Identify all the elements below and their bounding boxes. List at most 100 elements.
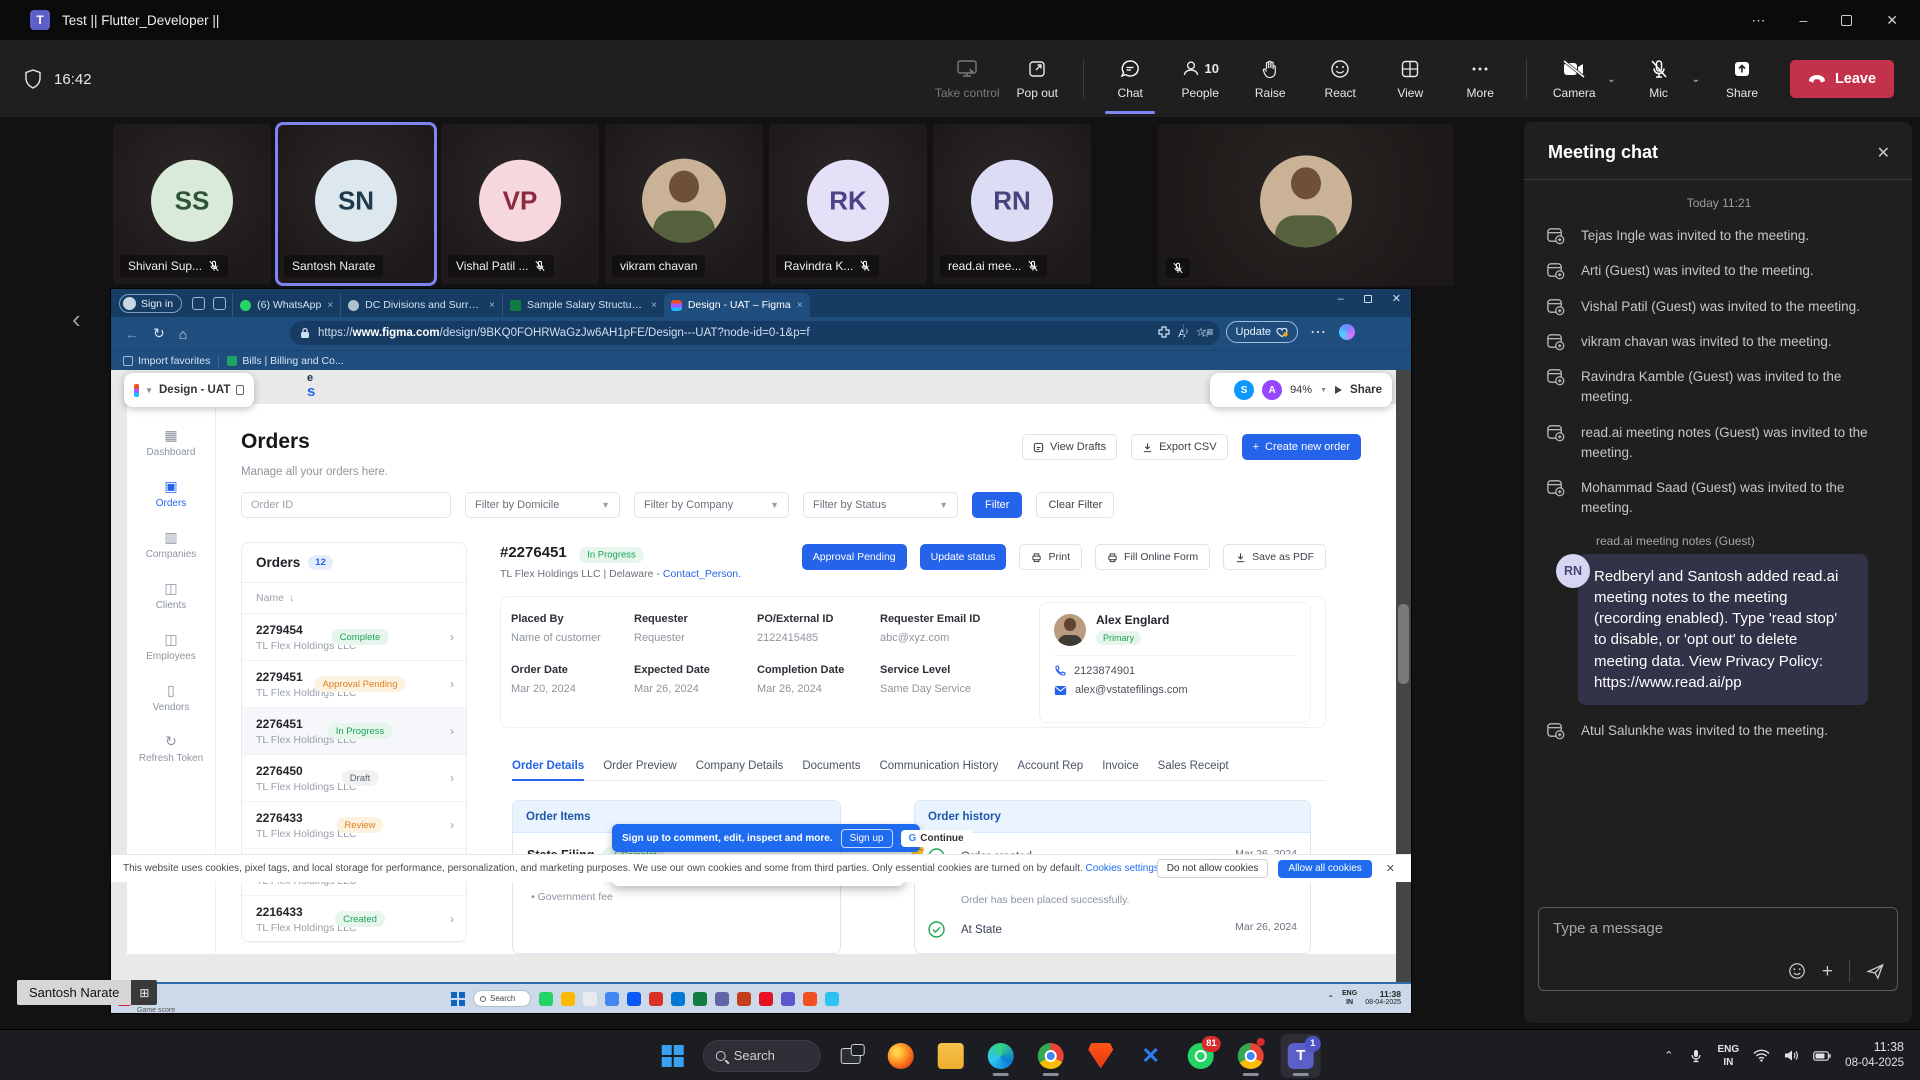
shared-taskbar-app-icon[interactable]	[627, 992, 641, 1006]
mic-control[interactable]: Mic ⌄	[1626, 44, 1704, 114]
browser-profile-button[interactable]: Sign in	[119, 294, 182, 313]
more-button[interactable]: More	[1448, 44, 1512, 114]
browser-more-icon[interactable]: ⋯	[1310, 322, 1327, 342]
back-icon[interactable]: ←	[125, 326, 139, 342]
detail-tab[interactable]: Sales Receipt	[1158, 760, 1229, 772]
shared-taskbar-app-icon[interactable]	[671, 992, 685, 1006]
chat-button[interactable]: Chat	[1098, 44, 1162, 114]
browser-tab[interactable]: (6) WhatsApp ×	[232, 293, 340, 317]
canvas-scrollbar[interactable]	[1396, 370, 1411, 982]
shared-taskbar-app-icon[interactable]	[649, 992, 663, 1006]
react-button[interactable]: React	[1308, 44, 1372, 114]
shared-taskbar-app-icon[interactable]	[693, 992, 707, 1006]
attach-plus-icon[interactable]: +	[1822, 962, 1833, 981]
task-view-button[interactable]	[831, 1034, 871, 1078]
refresh-icon[interactable]: ↻	[153, 325, 165, 342]
detail-tab[interactable]: Account Rep	[1017, 760, 1083, 772]
extensions-icon[interactable]	[1157, 325, 1171, 339]
wifi-icon[interactable]	[1753, 1049, 1770, 1062]
order-row[interactable]: 2276451 TL Flex Holdings LLC In Progress…	[242, 708, 466, 755]
import-favorites-button[interactable]: Import favorites	[123, 355, 210, 367]
detail-tab[interactable]: Documents	[802, 760, 860, 772]
shared-taskbar-app-icon[interactable]	[561, 992, 575, 1006]
participant-tile[interactable]: SN Santosh Narate	[277, 124, 435, 284]
browser-restore-icon[interactable]	[1364, 295, 1372, 303]
order-row[interactable]: 2276450 TL Flex Holdings LLC Draft ›	[242, 755, 466, 802]
share-button[interactable]: Share	[1710, 44, 1774, 114]
sort-arrow-icon[interactable]: ↓	[289, 592, 294, 604]
camera-control[interactable]: Camera ⌄	[1541, 44, 1619, 114]
order-row[interactable]: 2276433 TL Flex Holdings LLC Review ›	[242, 802, 466, 849]
volume-icon[interactable]	[1784, 1049, 1799, 1062]
start-button[interactable]	[653, 1034, 693, 1078]
favorites-bar-icon[interactable]: ☆≡	[1196, 325, 1214, 339]
participant-tile[interactable]: VP Vishal Patil ...	[441, 124, 599, 284]
sidebar-item[interactable]: Refresh Token	[127, 734, 215, 764]
row-chevron-icon[interactable]: ›	[450, 818, 454, 832]
browser-tab[interactable]: DC Divisions and Surroundings ×	[340, 293, 502, 317]
contact-phone-row[interactable]: 2123874901	[1054, 665, 1296, 677]
file-explorer-button[interactable]	[931, 1034, 971, 1078]
detail-tab[interactable]: Invoice	[1102, 760, 1138, 772]
shared-tray-chevron-icon[interactable]: ⌃	[1327, 994, 1334, 1003]
chevron-down-icon[interactable]: ▼	[1320, 387, 1327, 394]
bookmark-bills[interactable]: Bills | Billing and Co...	[227, 355, 343, 367]
browser-tab[interactable]: Sample Salary Structure with calc ×	[502, 293, 664, 317]
print-button[interactable]: Print	[1019, 544, 1082, 570]
detail-tab[interactable]: Order Preview	[603, 760, 677, 772]
chat-message-input[interactable]: Type a message +	[1538, 907, 1898, 991]
sidebar-item[interactable]: Clients	[127, 581, 215, 611]
figma-canvas[interactable]: Dashboard Orders Companies Clients	[111, 370, 1411, 982]
fill-online-form-button[interactable]: Fill Online Form	[1095, 544, 1210, 570]
presenter-popout-icon[interactable]: ⊞	[131, 980, 157, 1005]
row-chevron-icon[interactable]: ›	[450, 630, 454, 644]
figma-view-pill[interactable]: S A 94% ▼ Share	[1210, 373, 1392, 407]
google-continue-button[interactable]: GContinue	[901, 830, 972, 847]
language-indicator[interactable]: ENGIN	[1718, 1043, 1740, 1069]
collaborator-avatar[interactable]: S	[1234, 380, 1254, 400]
column-header[interactable]: Name	[256, 592, 284, 604]
vertical-tabs-icon[interactable]	[213, 297, 226, 310]
order-row[interactable]: 2216433 TL Flex Holdings LLC Created ›	[242, 896, 466, 943]
brave-button[interactable]	[1081, 1034, 1121, 1078]
figma-file-pill[interactable]: ▼ Design - UAT	[124, 373, 254, 407]
tab-close-icon[interactable]: ×	[489, 300, 495, 311]
export-csv-button[interactable]: Export CSV	[1131, 434, 1227, 460]
strip-scroll-left-icon[interactable]: ‹	[72, 304, 81, 335]
pinned-app-button[interactable]: ✕	[1131, 1034, 1171, 1078]
scrollbar-thumb[interactable]	[1398, 604, 1409, 684]
detail-tab[interactable]: Order Details	[512, 760, 584, 772]
participant-tile[interactable]: SS Shivani Sup...	[113, 124, 271, 284]
firefox-button[interactable]	[881, 1034, 921, 1078]
view-button[interactable]: View	[1378, 44, 1442, 114]
battery-icon[interactable]	[1813, 1051, 1831, 1061]
taskbar-clock[interactable]: 11:3808-04-2025	[1845, 1039, 1904, 1071]
contact-person-link[interactable]: Contact_Person.	[663, 568, 741, 580]
shared-taskbar-app-icon[interactable]	[539, 992, 553, 1006]
people-button[interactable]: 10 People	[1168, 44, 1232, 114]
filter-domicile-select[interactable]: Filter by Domicile▼	[465, 492, 620, 518]
sidebar-item[interactable]: Vendors	[127, 683, 215, 713]
layout-panel-icon[interactable]	[236, 385, 244, 395]
order-id-search-input[interactable]: Order ID	[241, 492, 451, 518]
view-drafts-button[interactable]: View Drafts	[1022, 434, 1117, 460]
camera-chevron-icon[interactable]: ⌄	[1607, 74, 1615, 85]
window-minimize-icon[interactable]: –	[1799, 12, 1807, 28]
figma-share-button[interactable]: Share	[1350, 384, 1382, 396]
browser-tab[interactable]: Design - UAT – Figma ×	[664, 293, 810, 317]
home-icon[interactable]: ⌂	[179, 326, 187, 342]
sidebar-item[interactable]: Companies	[127, 530, 215, 560]
row-chevron-icon[interactable]: ›	[450, 771, 454, 785]
window-more-icon[interactable]: ⋯	[1751, 12, 1765, 29]
detail-tab[interactable]: Company Details	[696, 760, 784, 772]
zoom-level[interactable]: 94%	[1290, 384, 1312, 396]
shared-taskbar-app-icon[interactable]	[605, 992, 619, 1006]
taskbar-search[interactable]: Search	[703, 1040, 821, 1072]
shared-language-indicator[interactable]: ENGIN	[1342, 990, 1357, 1008]
shared-start-icon[interactable]	[451, 992, 465, 1006]
send-icon[interactable]	[1866, 962, 1885, 981]
sidebar-item[interactable]: Dashboard	[127, 428, 215, 458]
sidebar-item[interactable]: Employees	[127, 632, 215, 662]
pop-out-button[interactable]: Pop out	[1005, 44, 1069, 114]
participant-tile[interactable]: vikram chavan	[605, 124, 763, 284]
